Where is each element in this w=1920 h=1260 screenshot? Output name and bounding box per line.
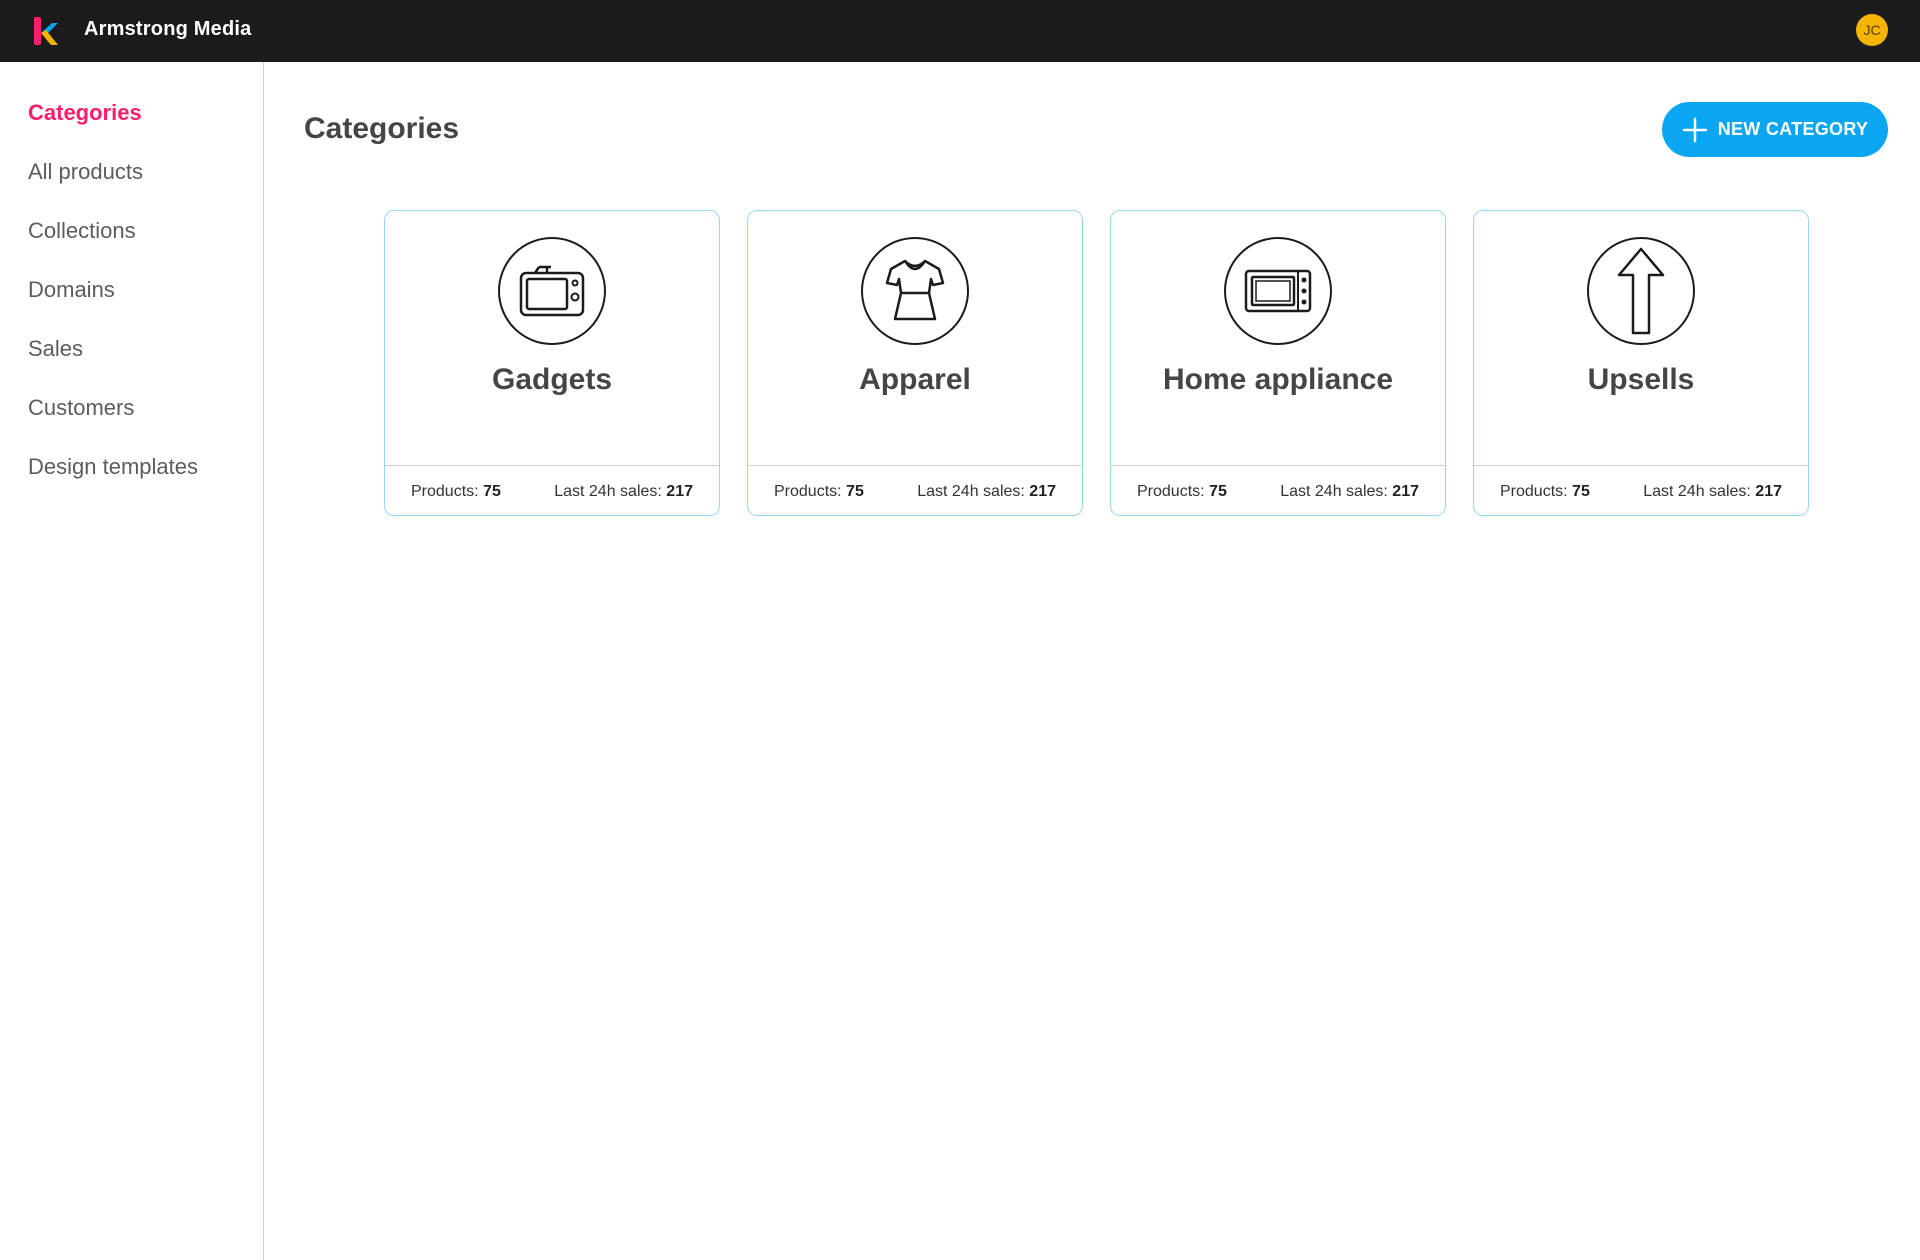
shirt-icon [885, 259, 945, 321]
sales-label: Last 24h sales: [1643, 482, 1751, 500]
sales-count: 217 [1392, 482, 1419, 500]
sidebar-item-design-templates[interactable]: Design templates [28, 454, 198, 480]
tv-icon [519, 265, 585, 317]
card-footer: Products: 75 Last 24h sales: 217 [1474, 465, 1808, 515]
products-label: Products: [1137, 482, 1205, 500]
products-count: 75 [1572, 482, 1590, 500]
card-footer: Products: 75 Last 24h sales: 217 [1111, 465, 1445, 515]
category-name: Home appliance [1162, 363, 1394, 396]
products-count: 75 [483, 482, 501, 500]
icon-circle [1224, 237, 1332, 345]
arrow-up-icon [1617, 247, 1665, 335]
sidebar: Categories All products Collections Doma… [0, 62, 264, 1260]
category-card-apparel[interactable]: Apparel Products: 75 Last 24h sales: 217 [747, 210, 1083, 516]
sidebar-item-customers[interactable]: Customers [28, 395, 134, 421]
sales-label: Last 24h sales: [917, 482, 1025, 500]
k-logo-icon[interactable] [32, 15, 60, 47]
products-count: 75 [846, 482, 864, 500]
category-card-upsells[interactable]: Upsells Products: 75 Last 24h sales: 217 [1473, 210, 1809, 516]
sales-stat: Last 24h sales: 217 [917, 483, 1056, 501]
microwave-icon [1244, 269, 1312, 313]
products-stat: Products: 75 [1500, 483, 1590, 501]
page-title: Categories [304, 112, 460, 145]
card-footer: Products: 75 Last 24h sales: 217 [748, 465, 1082, 515]
sidebar-item-sales[interactable]: Sales [28, 336, 83, 362]
sidebar-item-collections[interactable]: Collections [28, 218, 136, 244]
products-label: Products: [774, 482, 842, 500]
sales-label: Last 24h sales: [554, 482, 662, 500]
category-name: Apparel [859, 363, 971, 396]
sidebar-item-domains[interactable]: Domains [28, 277, 115, 303]
sales-count: 217 [1029, 482, 1056, 500]
icon-circle [1587, 237, 1695, 345]
sales-label: Last 24h sales: [1280, 482, 1388, 500]
products-stat: Products: 75 [411, 483, 501, 501]
new-category-button[interactable]: NEW CATEGORY [1662, 102, 1888, 157]
top-bar: Armstrong Media JC [0, 0, 1920, 62]
category-card-home-appliance[interactable]: Home appliance Products: 75 Last 24h sal… [1110, 210, 1446, 516]
category-name: Upsells [1587, 363, 1695, 396]
products-label: Products: [411, 482, 479, 500]
avatar[interactable]: JC [1856, 14, 1888, 46]
products-label: Products: [1500, 482, 1568, 500]
category-card-gadgets[interactable]: Gadgets Products: 75 Last 24h sales: 217 [384, 210, 720, 516]
products-stat: Products: 75 [774, 483, 864, 501]
sales-stat: Last 24h sales: 217 [1280, 483, 1419, 501]
products-stat: Products: 75 [1137, 483, 1227, 501]
brand-name: Armstrong Media [84, 18, 252, 40]
sales-stat: Last 24h sales: 217 [554, 483, 693, 501]
sidebar-item-all-products[interactable]: All products [28, 159, 143, 185]
plus-icon [1682, 117, 1707, 142]
new-category-label: NEW CATEGORY [1717, 119, 1869, 139]
products-count: 75 [1209, 482, 1227, 500]
category-name: Gadgets [491, 363, 613, 396]
icon-circle [861, 237, 969, 345]
sales-count: 217 [1755, 482, 1782, 500]
sidebar-item-categories[interactable]: Categories [28, 100, 142, 126]
sales-stat: Last 24h sales: 217 [1643, 483, 1782, 501]
card-footer: Products: 75 Last 24h sales: 217 [385, 465, 719, 515]
sales-count: 217 [666, 482, 693, 500]
icon-circle [498, 237, 606, 345]
